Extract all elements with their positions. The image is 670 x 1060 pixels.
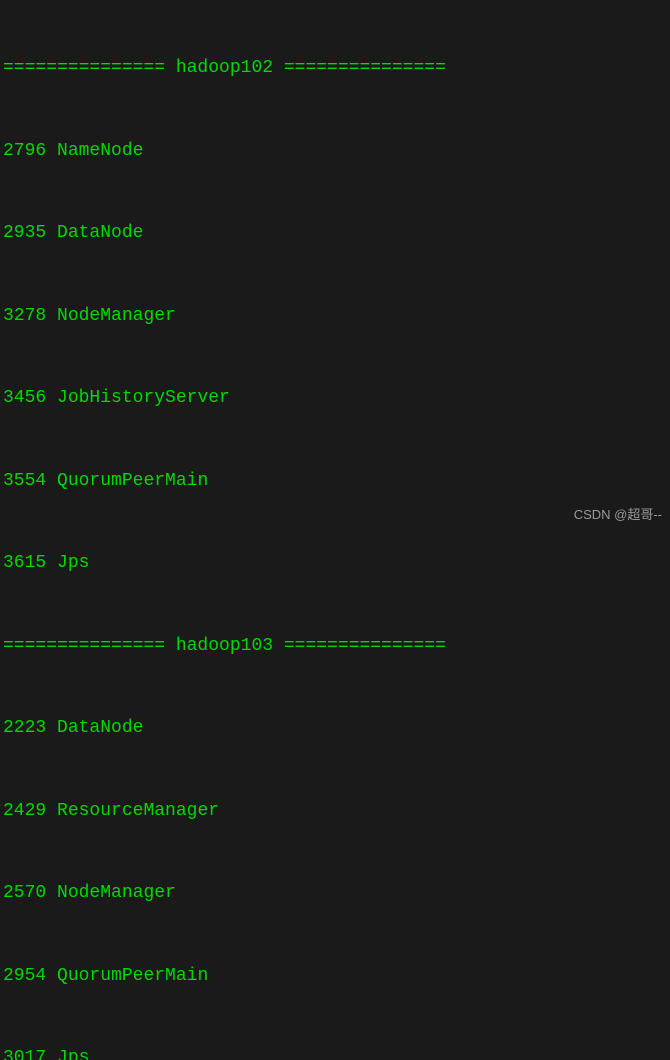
process-pid: 3615 [3, 553, 46, 573]
process-pid: 2954 [3, 966, 46, 986]
process-name: ResourceManager [57, 801, 219, 821]
process-name: NameNode [57, 141, 143, 161]
process-line: 2223 DataNode [3, 715, 667, 743]
process-pid: 2796 [3, 141, 46, 161]
process-line: 2954 QuorumPeerMain [3, 963, 667, 991]
process-name: QuorumPeerMain [57, 471, 208, 491]
process-name: Jps [57, 1048, 89, 1060]
process-name: JobHistoryServer [57, 388, 230, 408]
process-pid: 3017 [3, 1048, 46, 1060]
process-pid: 2429 [3, 801, 46, 821]
process-line: 2429 ResourceManager [3, 798, 667, 826]
process-line: 2796 NameNode [3, 138, 667, 166]
process-name: DataNode [57, 223, 143, 243]
watermark: CSDN @超哥-- [574, 501, 662, 529]
host-header: =============== hadoop102 ==============… [3, 55, 667, 83]
terminal-output: =============== hadoop102 ==============… [3, 0, 667, 1060]
process-line: 2935 DataNode [3, 220, 667, 248]
host-header: =============== hadoop103 ==============… [3, 633, 667, 661]
process-line: 3017 Jps [3, 1045, 667, 1060]
process-name: QuorumPeerMain [57, 966, 208, 986]
process-pid: 2570 [3, 883, 46, 903]
process-name: Jps [57, 553, 89, 573]
process-pid: 2935 [3, 223, 46, 243]
process-line: 3278 NodeManager [3, 303, 667, 331]
process-line: 2570 NodeManager [3, 880, 667, 908]
process-pid: 2223 [3, 718, 46, 738]
process-line: 3554 QuorumPeerMain [3, 468, 667, 496]
process-name: DataNode [57, 718, 143, 738]
process-pid: 3278 [3, 306, 46, 326]
process-pid: 3554 [3, 471, 46, 491]
process-name: NodeManager [57, 306, 176, 326]
process-line: 3456 JobHistoryServer [3, 385, 667, 413]
process-name: NodeManager [57, 883, 176, 903]
process-line: 3615 Jps [3, 550, 667, 578]
process-pid: 3456 [3, 388, 46, 408]
